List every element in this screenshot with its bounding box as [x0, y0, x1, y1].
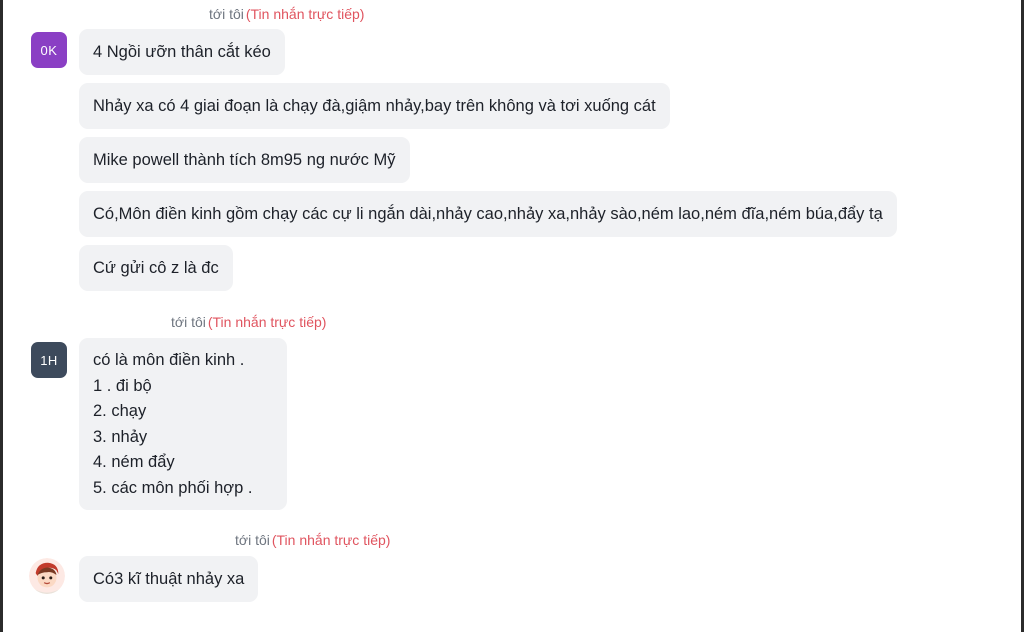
message-bubble[interactable]: Có,Môn điền kinh gồm chạy các cự li ngắn… [79, 191, 897, 237]
message-group-header: tới tôi (Tin nhắn trực tiếp) [235, 532, 390, 548]
message-bubble[interactable]: 4 Ngồi ưỡn thân cắt kéo [79, 29, 285, 75]
message-bubble[interactable]: Nhảy xa có 4 giai đoạn là chạy đà,giậm n… [79, 83, 670, 129]
message-text: Nhảy xa có 4 giai đoạn là chạy đà,giậm n… [93, 97, 656, 115]
avatar-image [29, 558, 65, 594]
recipient-label: tới tôi [171, 314, 206, 330]
message-line: 2. chạy [93, 402, 147, 420]
message-bubble[interactable]: Cứ gửi cô z là đc [79, 245, 233, 291]
direct-message-tag: (Tin nhắn trực tiếp) [245, 6, 365, 22]
message-line: 4. ném đẩy [93, 453, 175, 471]
message-text: Có,Môn điền kinh gồm chạy các cự li ngắn… [93, 205, 883, 223]
direct-message-tag: (Tin nhắn trực tiếp) [271, 532, 391, 548]
message-text: Mike powell thành tích 8m95 ng nước Mỹ [93, 151, 396, 169]
avatar[interactable]: 0K [31, 32, 67, 68]
message-line: 1 . đi bộ [93, 376, 152, 395]
recipient-label: tới tôi [235, 532, 270, 548]
message-text: Cứ gửi cô z là đc [93, 259, 219, 277]
message-bubble[interactable]: Mike powell thành tích 8m95 ng nước Mỹ [79, 137, 410, 183]
message-line: 5. các môn phối hợp . [93, 478, 253, 497]
message-bubble[interactable]: có là môn điền kinh . 1 . đi bộ 2. chạy … [79, 338, 287, 510]
message-text: Có3 kĩ thuật nhảy xa [93, 570, 245, 588]
cartoon-avatar-icon[interactable] [29, 558, 65, 594]
message-line: 3. nhảy [93, 427, 148, 446]
message-text: 4 Ngồi ưỡn thân cắt kéo [93, 43, 271, 61]
message-bubble[interactable]: Có3 kĩ thuật nhảy xa [79, 556, 259, 602]
message-group-header: tới tôi (Tin nhắn trực tiếp) [171, 314, 326, 330]
message-line: có là môn điền kinh . [93, 351, 245, 369]
chat-thread: tới tôi (Tin nhắn trực tiếp) 0K 4 Ngồi ưỡ… [0, 0, 1024, 632]
avatar-initials: 1H [40, 352, 58, 368]
avatar-initials: 0K [40, 42, 58, 58]
avatar[interactable]: 1H [31, 342, 67, 378]
direct-message-tag: (Tin nhắn trực tiếp) [207, 314, 327, 330]
recipient-label: tới tôi [209, 6, 244, 22]
message-group-header: tới tôi (Tin nhắn trực tiếp) [209, 6, 364, 22]
